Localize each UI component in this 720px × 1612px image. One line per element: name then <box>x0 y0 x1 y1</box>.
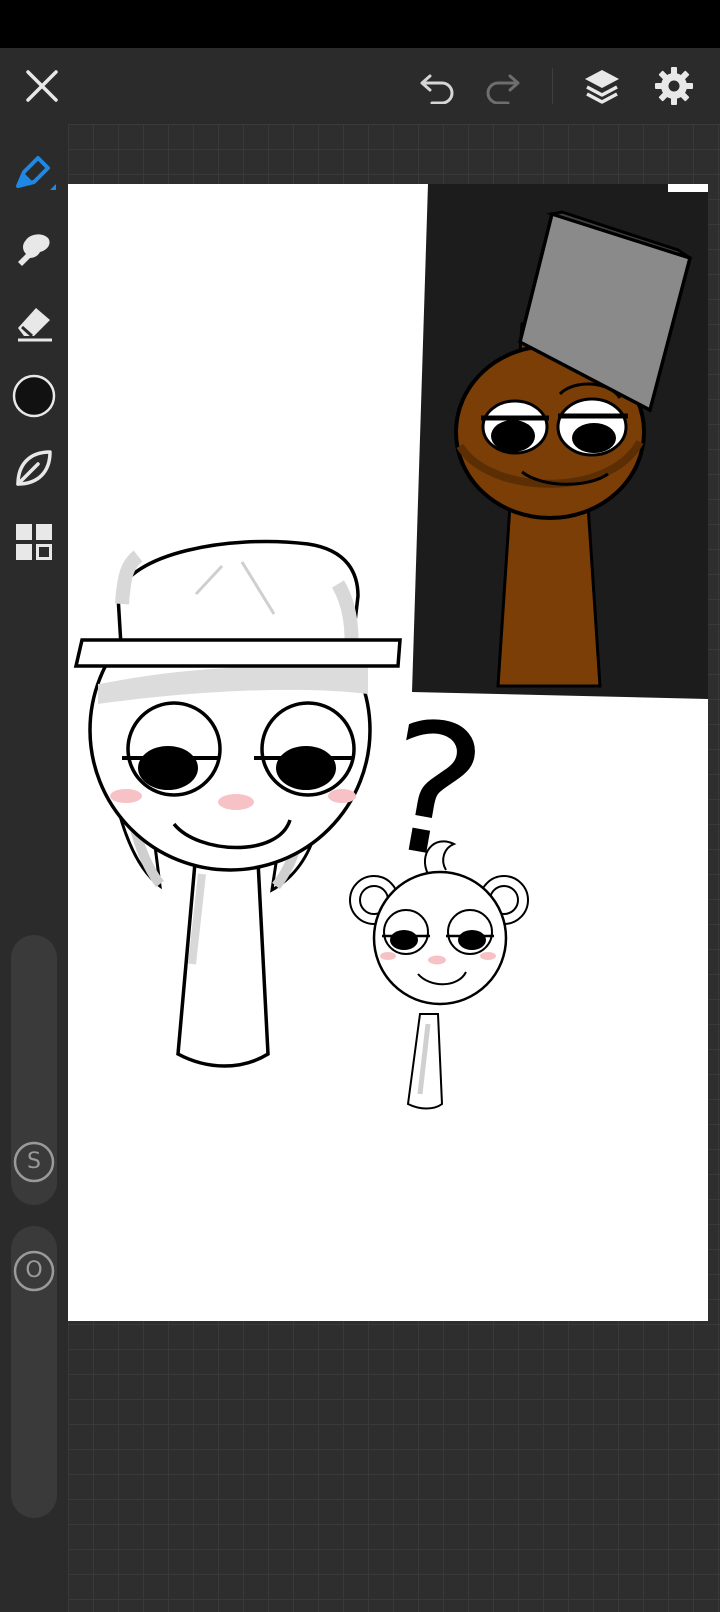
drawing-canvas[interactable]: ? <box>68 184 708 1321</box>
close-button[interactable] <box>18 62 66 110</box>
top-toolbar <box>0 48 720 124</box>
pen-tool-button[interactable] <box>10 150 58 198</box>
undo-icon <box>420 74 454 104</box>
eraser-tool-button[interactable] <box>10 298 58 346</box>
shape-tool-button[interactable] <box>10 444 58 492</box>
size-label: S <box>27 1149 41 1174</box>
canvas-artwork: ? <box>73 184 708 1110</box>
pen-icon <box>16 156 56 190</box>
large-character-sketch <box>73 539 402 1068</box>
small-character-sketch <box>349 840 529 1110</box>
layers-button[interactable] <box>578 62 626 110</box>
smudge-tool-button[interactable] <box>10 226 58 274</box>
settings-button[interactable] <box>650 62 698 110</box>
color-swatch-button[interactable] <box>10 372 58 420</box>
close-icon <box>26 70 58 102</box>
gallery-grid-icon <box>16 524 52 560</box>
smudge-icon <box>18 234 50 266</box>
toolbar-divider <box>552 68 553 104</box>
redo-icon <box>486 74 520 104</box>
settings-icon <box>655 67 693 105</box>
undo-button[interactable] <box>414 62 462 110</box>
size-slider-badge: S <box>13 1141 55 1183</box>
opacity-label: O <box>25 1258 43 1283</box>
color-swatch <box>12 374 56 418</box>
brush-size-slider[interactable]: S <box>11 935 57 1205</box>
status-bar <box>0 0 720 48</box>
redo-button[interactable] <box>478 62 526 110</box>
eraser-icon <box>18 308 52 342</box>
shape-icon <box>16 450 52 486</box>
question-mark-doodle: ? <box>367 680 497 902</box>
reference-image <box>412 184 708 699</box>
opacity-slider-badge: O <box>13 1250 55 1292</box>
layers-icon <box>585 70 619 104</box>
gallery-button[interactable] <box>10 518 58 566</box>
opacity-slider[interactable]: O <box>11 1226 57 1518</box>
